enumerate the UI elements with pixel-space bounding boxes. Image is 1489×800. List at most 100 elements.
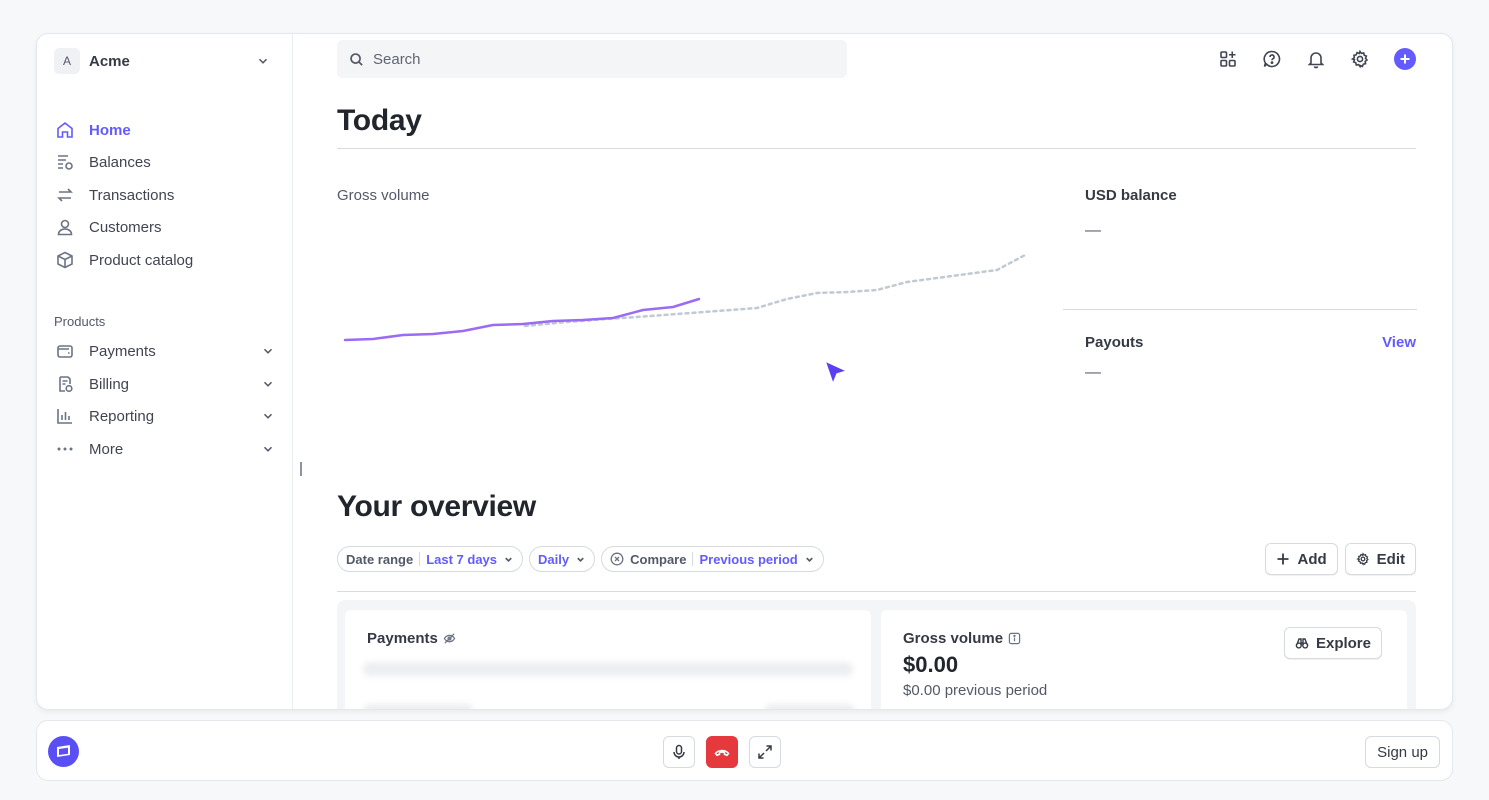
- placeholder-bar: [363, 704, 473, 709]
- binoculars-icon: [1295, 638, 1309, 649]
- account-avatar: A: [54, 48, 80, 74]
- app-logo-icon[interactable]: [48, 736, 79, 767]
- search-input[interactable]: [373, 50, 813, 68]
- bell-icon[interactable]: [1306, 49, 1326, 69]
- gear-icon[interactable]: [1350, 49, 1370, 69]
- add-button[interactable]: Add: [1265, 543, 1338, 575]
- edit-button[interactable]: Edit: [1344, 543, 1416, 575]
- sidebar-item-label: More: [89, 440, 124, 458]
- date-range-filter[interactable]: Date range Last 7 days: [337, 546, 524, 572]
- edit-button-label: Edit: [1376, 550, 1405, 568]
- gross-volume-card-title: Gross volume: [903, 630, 1021, 647]
- usd-balance-value: —: [1085, 222, 1101, 239]
- interval-value: Daily: [538, 551, 570, 567]
- fullscreen-button[interactable]: [749, 736, 781, 768]
- plus-circle-icon[interactable]: [1394, 48, 1416, 70]
- plus-icon: [1277, 553, 1289, 565]
- chevron-down-icon: [263, 348, 273, 354]
- sidebar-item-transactions[interactable]: Transactions: [55, 181, 275, 209]
- overview-actions: Add Edit: [1265, 543, 1416, 575]
- chevron-down-icon: [505, 557, 512, 562]
- compare-value: Previous period: [699, 551, 798, 567]
- usd-balance-label: USD balance: [1085, 187, 1177, 204]
- pill-separator: [419, 552, 421, 566]
- payments-card[interactable]: Payments: [345, 610, 871, 709]
- gross-volume-amount: $0.00: [903, 652, 959, 677]
- panel-divider: [1063, 309, 1417, 310]
- search-bar[interactable]: [337, 40, 847, 78]
- search-icon: [350, 52, 363, 66]
- sidebar-item-label: Customers: [89, 218, 162, 236]
- overview-title: Your overview: [337, 490, 536, 523]
- main-content: Today Gross volume USD balance — Payouts…: [293, 34, 1452, 709]
- sidebar-item-more[interactable]: More: [55, 435, 275, 463]
- payouts-label: Payouts: [1085, 334, 1144, 351]
- chevron-down-icon: [805, 557, 813, 562]
- compare-label: Compare: [630, 551, 687, 567]
- overview-divider: [337, 591, 1416, 592]
- sidebar-item-label: Payments: [89, 342, 156, 360]
- gear-icon: [1356, 552, 1369, 566]
- chevron-down-icon: [263, 446, 273, 452]
- explore-button[interactable]: Explore: [1283, 627, 1382, 659]
- wallet-icon: [57, 345, 73, 358]
- gross-volume-label: Gross volume: [337, 187, 430, 204]
- header-actions: [1218, 48, 1416, 70]
- sidebar-item-reporting[interactable]: Reporting: [55, 402, 275, 430]
- page-title: Today: [337, 104, 422, 137]
- sidebar: A Acme Home Balances Transactions Custom…: [37, 34, 293, 709]
- sidebar-item-label: Home: [89, 121, 131, 139]
- sidebar-item-home[interactable]: Home: [55, 116, 275, 144]
- overview-filters: Date range Last 7 days Daily Compare Pre…: [337, 546, 824, 572]
- sidebar-item-customers[interactable]: Customers: [55, 213, 275, 241]
- customers-icon: [57, 219, 73, 236]
- date-range-value: Last 7 days: [426, 551, 498, 567]
- home-icon: [57, 121, 73, 138]
- account-switcher[interactable]: A Acme: [54, 48, 270, 74]
- help-icon[interactable]: [1262, 49, 1282, 69]
- sidebar-item-label: Balances: [89, 153, 151, 171]
- apps-add-icon[interactable]: [1218, 49, 1238, 69]
- sidebar-item-payments[interactable]: Payments: [55, 337, 275, 365]
- payments-card-title-text: Payments: [367, 630, 438, 647]
- today-line: [343, 297, 701, 342]
- close-circle-icon[interactable]: [610, 552, 624, 566]
- compare-filter[interactable]: Compare Previous period: [601, 546, 824, 572]
- add-button-label: Add: [1297, 550, 1327, 568]
- sidebar-item-label: Billing: [89, 375, 130, 393]
- interval-filter[interactable]: Daily: [529, 546, 596, 572]
- chevron-down-icon: [258, 58, 268, 64]
- billing-icon: [59, 376, 73, 393]
- info-icon[interactable]: [1008, 632, 1021, 645]
- eye-slash-icon[interactable]: [443, 632, 456, 645]
- overview-cards: Payments Gross volume $0.00 $0.00 previo…: [337, 600, 1416, 709]
- balances-icon: [58, 155, 73, 170]
- microphone-button[interactable]: [663, 736, 695, 768]
- account-name: Acme: [89, 52, 130, 70]
- explore-button-label: Explore: [1315, 634, 1371, 652]
- end-call-button[interactable]: [706, 736, 738, 768]
- sidebar-item-label: Product catalog: [89, 251, 194, 269]
- sidebar-item-billing[interactable]: Billing: [55, 370, 275, 398]
- placeholder-bar: [363, 662, 853, 676]
- gross-volume-chart: [343, 252, 1029, 342]
- title-divider: [337, 148, 1416, 149]
- gross-volume-card[interactable]: Gross volume $0.00 $0.00 previous period…: [881, 610, 1407, 709]
- chevron-down-icon: [577, 557, 584, 562]
- expand-icon: [758, 745, 772, 759]
- chevron-down-icon: [263, 381, 273, 387]
- gross-volume-card-title-text: Gross volume: [903, 630, 1004, 647]
- sidebar-item-product-catalog[interactable]: Product catalog: [55, 246, 275, 274]
- app-window: A Acme Home Balances Transactions Custom…: [36, 33, 1453, 710]
- sign-up-button[interactable]: Sign up: [1365, 736, 1440, 768]
- payouts-view-link[interactable]: View: [1382, 334, 1416, 351]
- transactions-icon: [57, 188, 73, 202]
- payments-card-title: Payments: [367, 630, 456, 647]
- payouts-value: —: [1085, 364, 1101, 381]
- placeholder-bar: [765, 704, 855, 709]
- products-section-label: Products: [54, 314, 106, 329]
- sidebar-item-balances[interactable]: Balances: [55, 148, 275, 176]
- gross-volume-previous: $0.00 previous period: [903, 682, 1048, 699]
- hang-up-icon: [714, 749, 730, 757]
- sidebar-item-label: Transactions: [89, 186, 175, 204]
